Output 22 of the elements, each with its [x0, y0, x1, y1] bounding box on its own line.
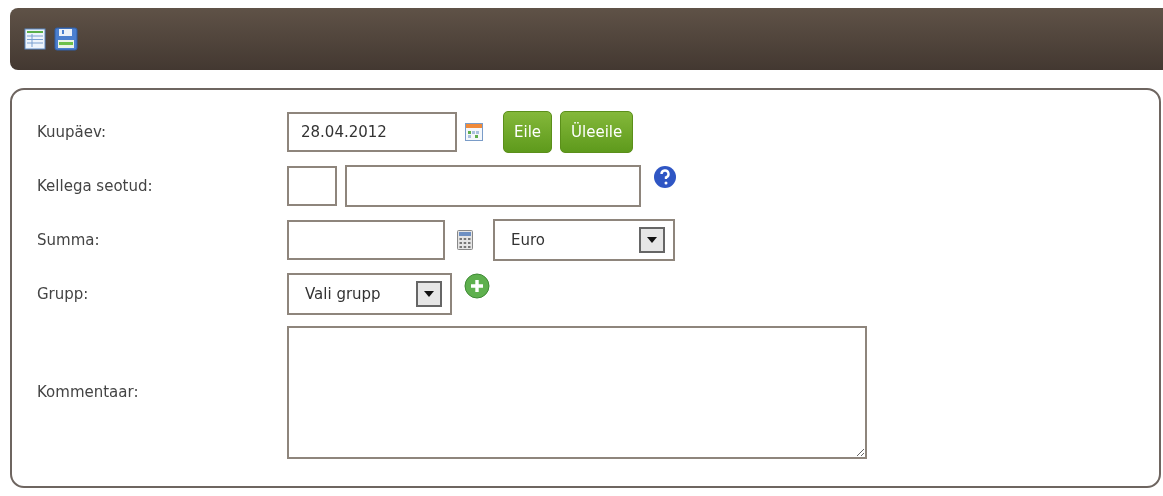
caret-icon[interactable]	[639, 227, 665, 253]
select-field[interactable]: Euro	[493, 219, 675, 261]
comment-field[interactable]	[287, 326, 867, 459]
field-label: Kuupäev:	[37, 121, 108, 143]
code-field[interactable]	[287, 166, 337, 206]
help-icon[interactable]	[653, 165, 677, 189]
field-label: Kellega seotud:	[37, 175, 154, 197]
calculator-icon[interactable]	[457, 230, 473, 250]
amount-field[interactable]	[287, 220, 445, 260]
select-value: Vali grupp	[305, 283, 381, 305]
table-icon[interactable]	[24, 28, 46, 50]
date-field[interactable]: 28.04.2012	[287, 112, 457, 152]
field-label: Summa:	[37, 229, 101, 251]
select-value: Euro	[511, 229, 545, 251]
save-icon[interactable]	[54, 27, 78, 51]
add-icon[interactable]	[464, 273, 490, 299]
field-label: Kommentaar:	[37, 382, 140, 404]
name-field[interactable]	[345, 165, 641, 207]
select-field[interactable]: Vali grupp	[287, 273, 452, 315]
caret-icon[interactable]	[416, 281, 442, 307]
calendar-icon[interactable]	[465, 123, 483, 141]
field-label: Grupp:	[37, 283, 90, 305]
